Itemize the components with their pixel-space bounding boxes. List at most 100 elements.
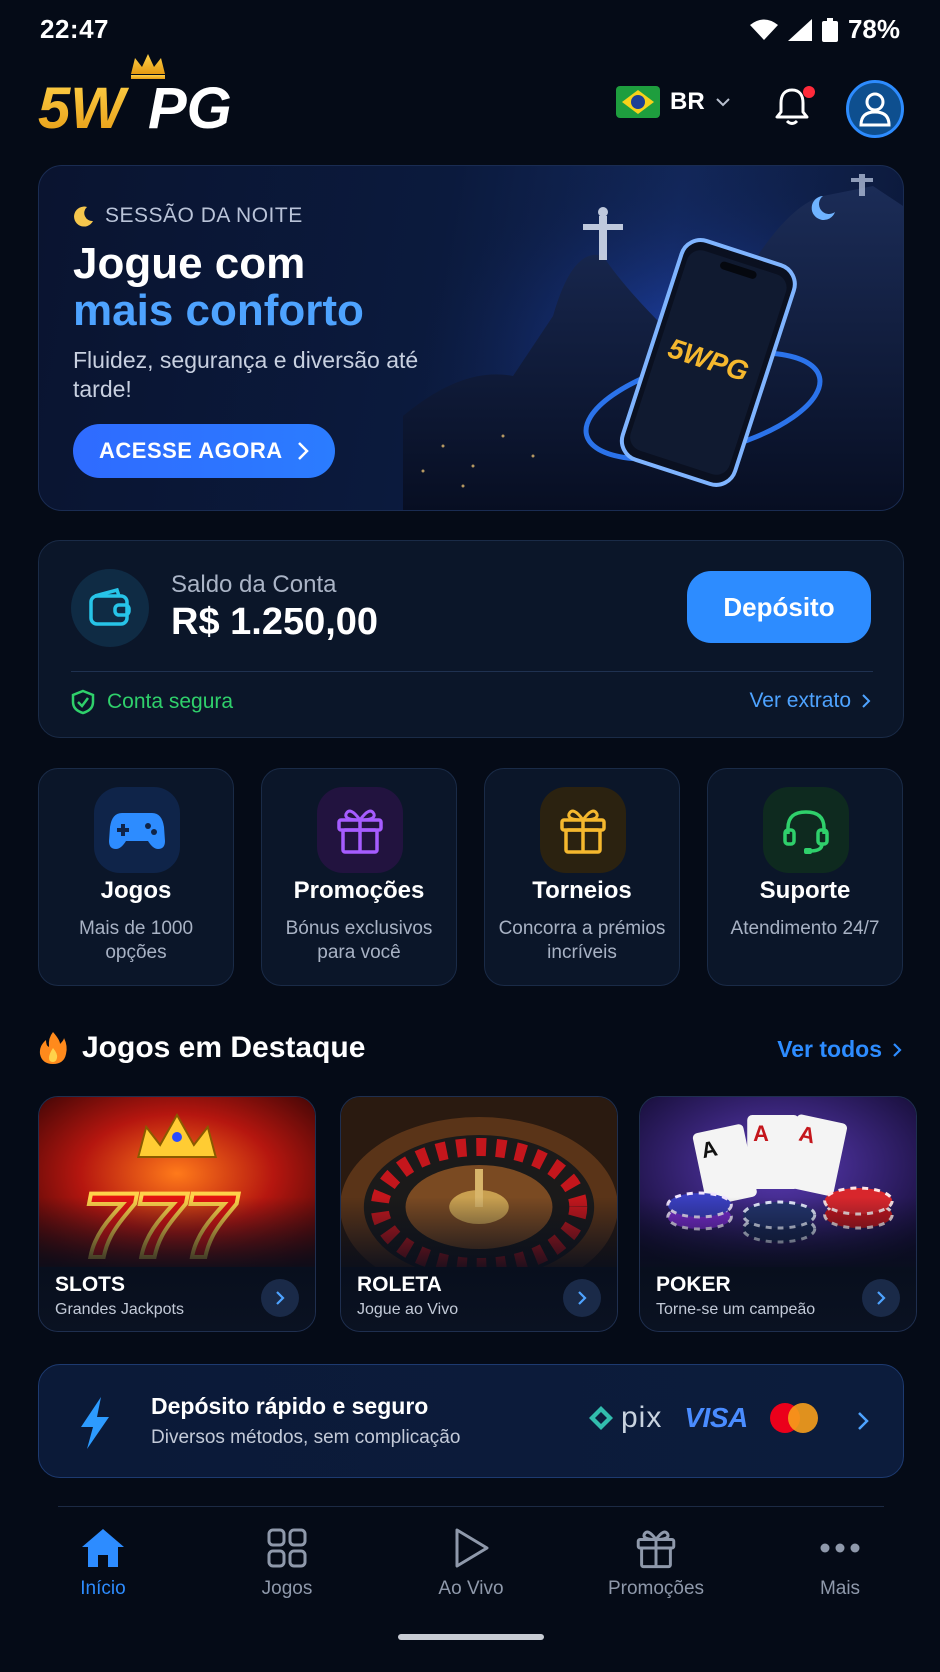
- game-card-poker[interactable]: A A A POKER Torne-se um campeão: [639, 1096, 917, 1332]
- user-icon: [859, 92, 891, 127]
- battery-percent: 78%: [847, 14, 900, 44]
- hero-title-highlight: mais conforto: [73, 286, 364, 335]
- hero-cta-button[interactable]: ACESSE AGORA: [73, 424, 335, 478]
- featured-title: Jogos em Destaque: [82, 1031, 366, 1064]
- brazil-flag-icon: [616, 86, 660, 118]
- game-open-button[interactable]: [563, 1279, 601, 1317]
- gift-icon: [576, 1524, 736, 1572]
- chevron-right-icon: [862, 694, 871, 708]
- see-all-link[interactable]: Ver todos: [777, 1036, 902, 1063]
- tile-title: Jogos: [100, 877, 172, 904]
- rio-night-illustration: 5WPG: [403, 166, 903, 510]
- svg-text:PG: PG: [148, 76, 232, 141]
- quick-link-promocoes[interactable]: Promoções Bónus exclusivos para você: [261, 768, 457, 986]
- view-statement-link[interactable]: Ver extrato: [749, 689, 871, 713]
- hero-cta-label: ACESSE AGORA: [99, 438, 283, 463]
- payment-methods-banner[interactable]: Depósito rápido e seguro Diversos método…: [38, 1364, 904, 1478]
- tile-subtitle: Bónus exclusivos para você: [285, 918, 433, 963]
- game-card-slots[interactable]: 777 SLOTS Grandes Jackpots: [38, 1096, 316, 1332]
- game-open-button[interactable]: [261, 1279, 299, 1317]
- pix-label: pix: [621, 1401, 663, 1434]
- deposit-button[interactable]: Depósito: [687, 571, 871, 643]
- fire-icon: [39, 1032, 67, 1064]
- tile-title: Promoções: [293, 877, 425, 904]
- status-indicators: 78%: [749, 14, 900, 45]
- quick-link-torneios[interactable]: Torneios Concorra a prémios incríveis: [484, 768, 680, 986]
- secure-label: Conta segura: [107, 690, 234, 713]
- tile-title: Suporte: [759, 877, 851, 904]
- chevron-right-icon: [578, 1291, 587, 1305]
- nav-promocoes[interactable]: Promoções: [576, 1524, 736, 1600]
- chevron-right-icon: [276, 1291, 285, 1305]
- play-icon: [391, 1524, 551, 1572]
- nav-label: Início: [80, 1578, 126, 1599]
- statement-label: Ver extrato: [749, 689, 851, 712]
- status-time: 22:47: [40, 14, 109, 44]
- wifi-icon: [749, 19, 778, 40]
- pix-logo: pix: [587, 1401, 662, 1435]
- balance-label: Saldo da Conta: [171, 571, 337, 598]
- gamepad-icon: [94, 787, 180, 873]
- notification-badge: [803, 86, 815, 98]
- game-title: SLOTS: [55, 1273, 126, 1296]
- gift-icon: [317, 787, 403, 873]
- home-indicator[interactable]: [398, 1634, 544, 1640]
- crown-logo-icon: 5W PG: [38, 54, 232, 141]
- quick-link-jogos[interactable]: Jogos Mais de 1000 opções: [38, 768, 234, 986]
- hero-kicker: SESSÃO DA NOITE: [73, 204, 303, 228]
- hero-subtitle: Fluidez, segurança e diversão até tarde!: [73, 347, 419, 402]
- language-selector[interactable]: BR: [616, 86, 731, 118]
- svg-text:5W: 5W: [38, 76, 129, 141]
- quick-link-suporte[interactable]: Suporte Atendimento 24/7: [707, 768, 903, 986]
- headset-icon: [763, 787, 849, 873]
- moon-icon: [74, 206, 93, 227]
- see-all-label: Ver todos: [777, 1036, 882, 1062]
- game-title: ROLETA: [357, 1273, 442, 1296]
- chevron-down-icon: [715, 98, 730, 107]
- battery-icon: [821, 17, 838, 42]
- divider: [71, 671, 873, 672]
- wallet-icon: [71, 569, 149, 647]
- secure-account-status: Conta segura: [71, 689, 233, 715]
- featured-section-header: Jogos em Destaque: [38, 1030, 365, 1066]
- gift-icon: [540, 787, 626, 873]
- mastercard-logo-icon: [769, 1403, 818, 1433]
- nav-label: Ao Vivo: [438, 1578, 504, 1599]
- nav-jogos[interactable]: Jogos: [207, 1524, 367, 1600]
- more-icon: [760, 1524, 920, 1572]
- balance-value: R$ 1.250,00: [171, 601, 379, 643]
- lightning-icon: [81, 1397, 109, 1449]
- hero-banner[interactable]: 5WPG SESSÃO DA NOITE Jogue com mais conf…: [38, 165, 904, 511]
- profile-avatar[interactable]: [846, 80, 904, 138]
- shield-check-icon: [71, 689, 95, 715]
- game-subtitle: Grandes Jackpots: [55, 1301, 184, 1318]
- nav-inicio[interactable]: Início: [23, 1524, 183, 1600]
- account-balance-card: Saldo da Conta R$ 1.250,00 Depósito Cont…: [38, 540, 904, 738]
- hero-title: Jogue com: [73, 239, 306, 288]
- tile-subtitle: Atendimento 24/7: [730, 918, 880, 939]
- game-subtitle: Jogue ao Vivo: [357, 1301, 459, 1318]
- nav-label: Jogos: [261, 1578, 313, 1599]
- nav-ao-vivo[interactable]: Ao Vivo: [391, 1524, 551, 1600]
- tile-title: Torneios: [532, 877, 632, 904]
- payment-logos: pix VISA: [587, 1401, 818, 1435]
- game-open-button[interactable]: [862, 1279, 900, 1317]
- game-title: POKER: [656, 1273, 731, 1296]
- hero-kicker-text: SESSÃO DA NOITE: [105, 204, 303, 227]
- tile-subtitle: Concorra a prémios incríveis: [498, 918, 666, 963]
- brand-logo[interactable]: 5W PG: [38, 52, 268, 144]
- language-code: BR: [670, 88, 705, 115]
- signal-icon: [787, 18, 812, 41]
- payment-subtitle: Diversos métodos, sem complicação: [151, 1427, 461, 1448]
- nav-mais[interactable]: Mais: [760, 1524, 920, 1600]
- game-subtitle: Torne-se um campeão: [656, 1301, 816, 1318]
- game-card-roleta[interactable]: ROLETA Jogue ao Vivo: [340, 1096, 618, 1332]
- payment-title: Depósito rápido e seguro: [151, 1393, 429, 1419]
- chevron-right-icon: [858, 1412, 869, 1430]
- chevron-right-icon: [877, 1291, 886, 1305]
- svg-text:A: A: [753, 1121, 769, 1146]
- pix-icon: [589, 1406, 613, 1430]
- home-icon: [23, 1524, 183, 1572]
- grid-icon: [207, 1524, 367, 1572]
- chevron-right-icon: [893, 1042, 902, 1057]
